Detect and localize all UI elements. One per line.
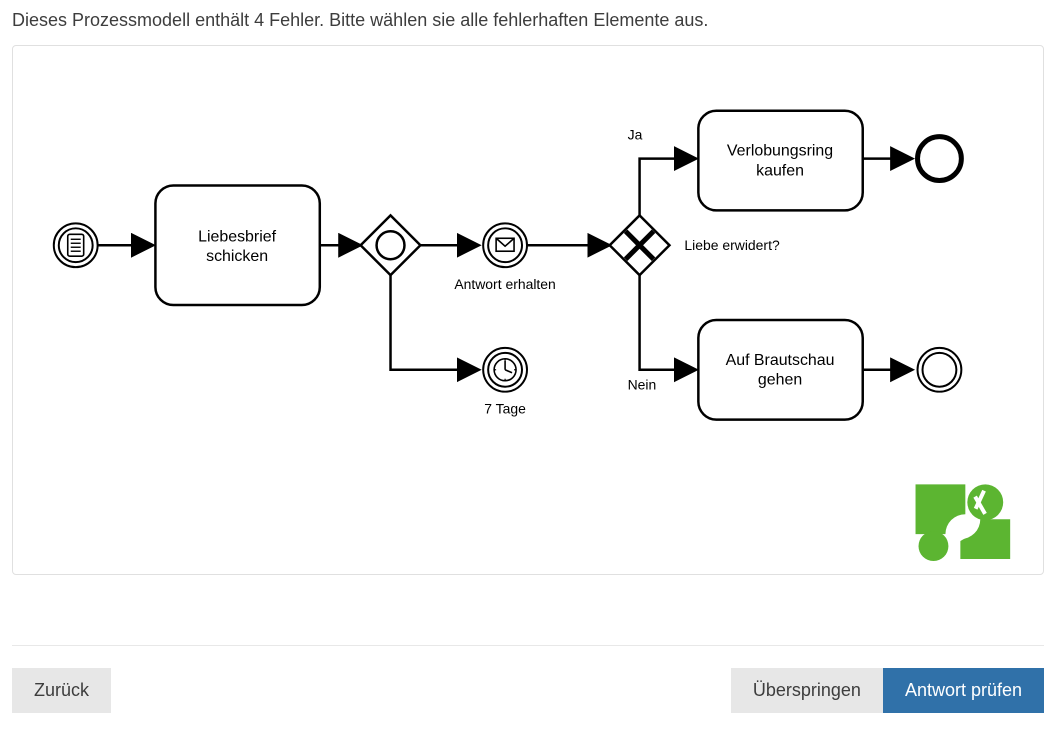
skip-button[interactable]: Überspringen [731,668,883,713]
timer-event[interactable]: 7 Tage [483,348,527,417]
timer-event-label: 7 Tage [484,401,526,417]
task2-line1: Verlobungsring [727,143,833,160]
flow-gw2-yes[interactable] [640,159,697,216]
label-no: Nein [628,377,657,393]
task1-line2: schicken [206,248,268,265]
camunda-logo [916,484,1011,561]
button-bar: Zurück Überspringen Antwort prüfen [12,645,1044,713]
gateway-event-based[interactable] [361,215,421,275]
start-event[interactable] [54,223,98,267]
message-event-label: Antwort erhalten [454,276,555,292]
back-button[interactable]: Zurück [12,668,111,713]
gateway-question: Liebe erwidert? [684,237,780,253]
task2-line2: kaufen [756,163,804,180]
label-yes: Ja [628,127,643,143]
bpmn-diagram[interactable]: Liebesbrief schicken Antwort erhalten [13,46,1043,574]
diagram-panel: Liebesbrief schicken Antwort erhalten [12,45,1044,575]
message-event[interactable]: Antwort erhalten [454,223,555,292]
end-event-top[interactable] [918,137,962,181]
task3-line2: gehen [758,372,802,389]
flow-gw2-no[interactable] [640,275,697,370]
task-liebesbrief[interactable]: Liebesbrief schicken [155,185,319,305]
end-event-bottom[interactable] [918,348,962,392]
gateway-exclusive[interactable]: Liebe erwidert? [610,215,780,275]
instruction-text: Dieses Prozessmodell enthält 4 Fehler. B… [12,10,1045,31]
check-answer-button[interactable]: Antwort prüfen [883,668,1044,713]
task1-line1: Liebesbrief [198,228,276,245]
task3-line1: Auf Brautschau [726,352,835,369]
task-brautschau[interactable]: Auf Brautschau gehen [698,320,862,420]
task-verlobungsring[interactable]: Verlobungsring kaufen [698,111,862,211]
